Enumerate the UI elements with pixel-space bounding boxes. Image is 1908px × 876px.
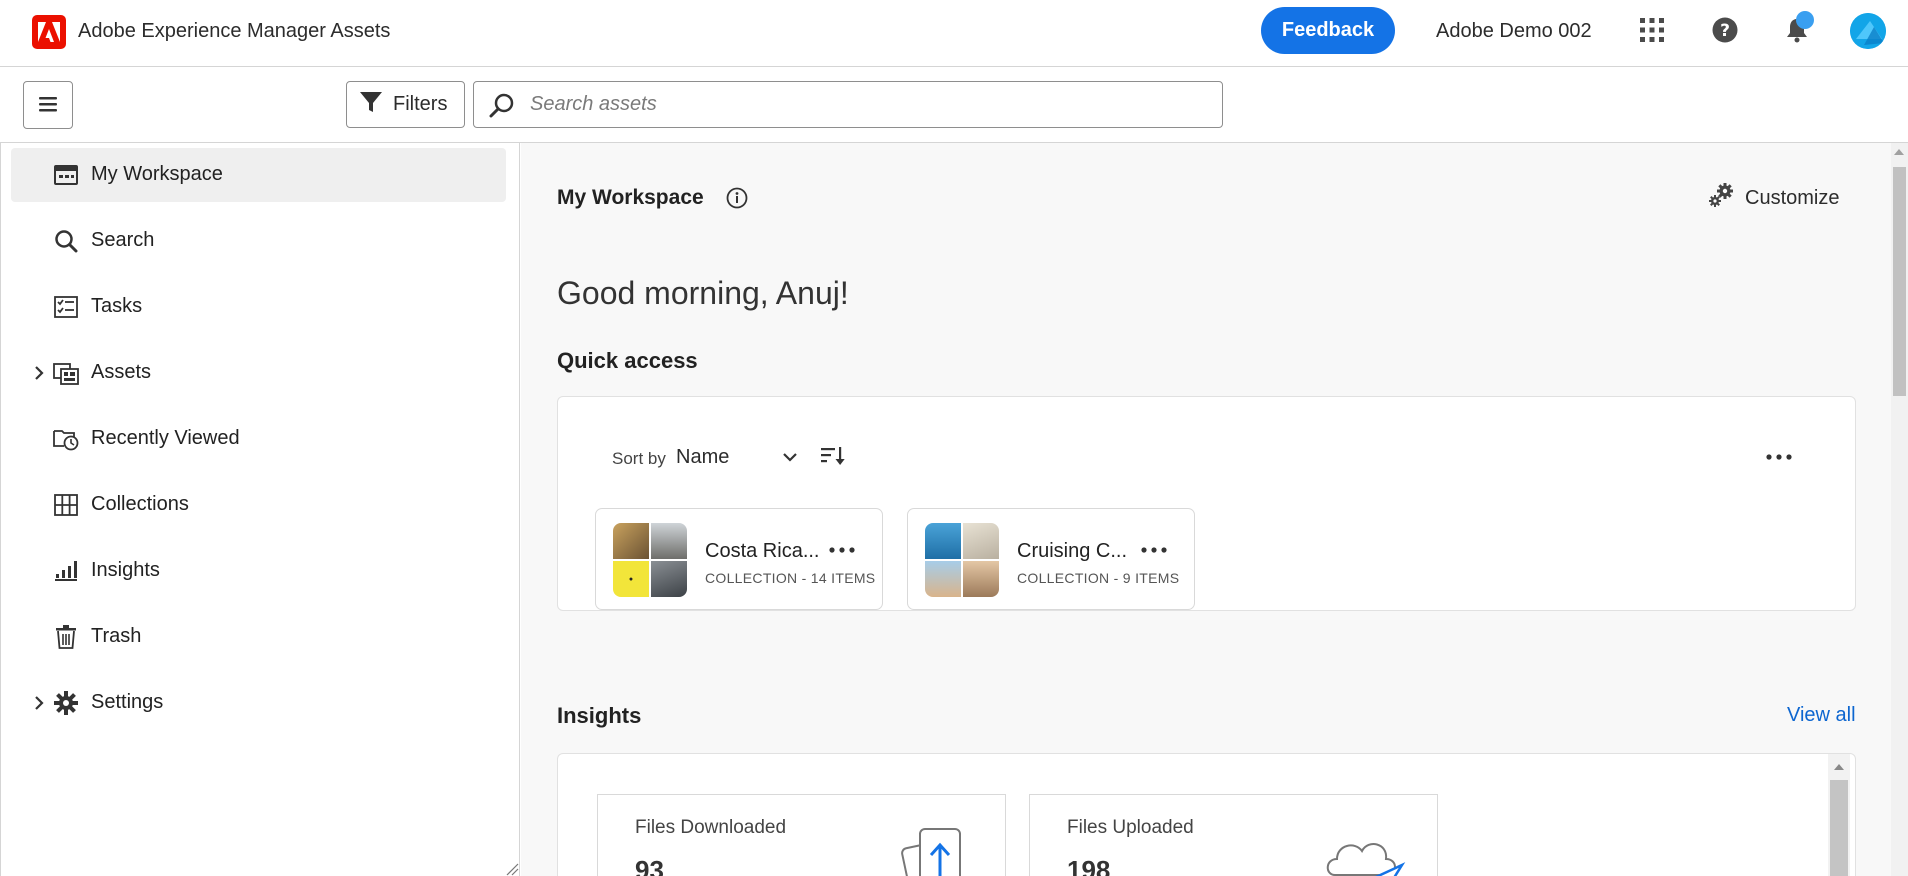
sidebar-item-label: Search [91,229,155,251]
sidebar-item-my-workspace[interactable]: My Workspace [11,148,506,202]
scrollbar-thumb[interactable] [1830,780,1848,876]
insight-title: Files Downloaded [635,817,787,838]
trash-icon [53,624,79,650]
insights-icon [53,558,79,584]
upload-cloud-icon [1320,825,1410,876]
sidebar-item-label: Collections [91,493,189,515]
toolbar: Filters [0,67,1908,143]
search-field[interactable] [473,81,1223,128]
sidebar-nav: My Workspace Search Tasks Assets Recentl… [0,143,520,876]
chevron-down-icon[interactable] [780,447,800,467]
page-scrollbar[interactable] [1891,143,1908,876]
org-switcher[interactable]: Adobe Demo 002 [1436,20,1592,43]
scroll-up-arrow-icon[interactable] [1834,764,1844,770]
collections-icon [53,492,79,518]
sidebar-item-trash[interactable]: Trash [11,610,506,664]
insights-panel: Files Downloaded 93 Files Uploaded 198 [557,753,1856,876]
settings-icon [53,690,79,716]
user-avatar[interactable] [1850,13,1886,49]
scrollbar-thumb[interactable] [1893,167,1906,396]
sidebar-item-label: Assets [91,361,152,383]
sidebar-item-search[interactable]: Search [11,214,506,268]
filters-button[interactable]: Filters [346,81,465,128]
app-title[interactable]: Adobe Experience Manager Assets [78,20,390,43]
sidebar-item-settings[interactable]: Settings [11,676,506,730]
apps-grid-icon[interactable] [1636,14,1668,46]
insights-heading: Insights [557,703,642,728]
sidebar-item-label: My Workspace [91,163,223,185]
more-options-icon[interactable] [827,544,857,556]
sidebar-item-label: Tasks [91,295,143,317]
customize-label: Customize [1745,186,1840,209]
greeting-text: Good morning, Anuj! [557,275,849,311]
insight-card-downloaded[interactable]: Files Downloaded 93 [597,794,1006,876]
resize-handle-icon[interactable] [505,862,519,876]
search-input[interactable] [530,93,1222,116]
more-options-icon[interactable] [1139,544,1169,556]
customize-button[interactable]: Customize [1707,181,1839,215]
adobe-logo-icon[interactable] [32,15,66,49]
insight-title: Files Uploaded [1067,817,1194,838]
collection-name: Costa Rica... [705,540,820,562]
page-title: My Workspace [557,186,704,209]
sidebar-item-recently-viewed[interactable]: Recently Viewed [11,412,506,466]
insight-value: 198 [1067,855,1111,876]
search-icon [53,228,79,254]
collection-card[interactable]: ● Costa Rica... COLLECTION - 14 ITEMS [595,508,883,610]
download-file-icon [898,825,988,876]
sidebar-item-insights[interactable]: Insights [11,544,506,598]
filters-label: Filters [393,93,448,115]
workspace-icon [53,162,79,188]
tasks-icon [53,294,79,320]
scroll-up-arrow-icon[interactable] [1894,149,1904,155]
more-options-icon[interactable] [1764,447,1794,467]
quick-access-panel: Sort by Name ● Costa Rica... COLLECTION … [557,396,1856,611]
feedback-button[interactable]: Feedback [1261,7,1395,54]
collection-card[interactable]: Cruising C... COLLECTION - 9 ITEMS [907,508,1195,610]
chevron-right-icon[interactable] [29,691,49,715]
search-icon [474,92,530,118]
svg-text:?: ? [1720,21,1730,41]
collection-thumbnail: ● [613,523,687,597]
help-icon[interactable]: ? [1709,14,1741,46]
insights-scrollbar[interactable] [1828,754,1850,876]
recently-viewed-icon [53,426,79,452]
sort-by-label: Sort by [612,449,666,468]
insight-value: 93 [635,855,664,876]
collection-name: Cruising C... [1017,540,1128,562]
sidebar-item-label: Trash [91,625,142,647]
sidebar-item-collections[interactable]: Collections [11,478,506,532]
chevron-right-icon[interactable] [29,361,49,385]
hamburger-menu-button[interactable] [23,81,73,129]
sort-direction-icon[interactable] [820,445,846,469]
collection-meta: COLLECTION - 9 ITEMS [1017,570,1180,586]
top-bar: Adobe Experience Manager Assets Feedback… [0,0,1908,67]
filter-icon [359,90,383,120]
sort-by-dropdown[interactable]: Name [676,446,729,469]
notification-badge [1796,11,1814,29]
sidebar-item-label: Settings [91,691,164,713]
insight-card-uploaded[interactable]: Files Uploaded 198 [1029,794,1438,876]
collection-meta: COLLECTION - 14 ITEMS [705,570,876,586]
assets-icon [53,360,79,386]
hamburger-icon [39,96,57,115]
sidebar-item-label: Recently Viewed [91,427,240,449]
view-all-link[interactable]: View all [1787,704,1856,727]
main-content: My Workspace Customize Good morning, Anu… [521,143,1891,876]
collection-thumbnail [925,523,999,597]
sidebar-item-assets[interactable]: Assets [11,346,506,400]
info-icon[interactable] [724,185,750,211]
quick-access-heading: Quick access [557,348,698,373]
sidebar-item-label: Insights [91,559,160,581]
customize-gear-icon [1707,181,1737,215]
sidebar-item-tasks[interactable]: Tasks [11,280,506,334]
